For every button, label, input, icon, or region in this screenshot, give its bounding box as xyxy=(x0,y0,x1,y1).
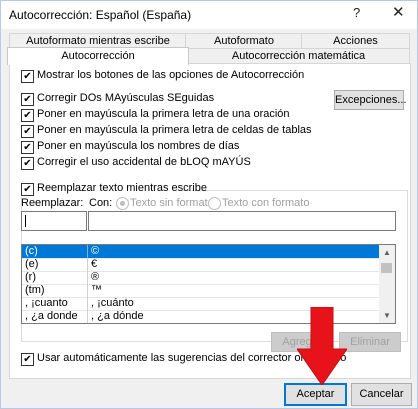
list-scrollbar[interactable]: ▲ ▼ xyxy=(379,245,395,323)
capitalize-days-label: Poner en mayúscula los nombres de días xyxy=(37,140,240,152)
close-icon[interactable]: ✕ xyxy=(392,3,405,21)
delete-button[interactable]: Eliminar xyxy=(339,332,401,352)
replace-as-you-type-checkbox[interactable] xyxy=(21,183,34,196)
correct-two-caps-checkbox[interactable] xyxy=(21,93,34,106)
spell-suggestions-checkbox[interactable] xyxy=(21,353,34,366)
tab-math-autocorrect[interactable]: Autocorrección matemática xyxy=(187,48,410,64)
cancel-button[interactable]: Cancelar xyxy=(351,383,412,406)
scroll-thumb[interactable] xyxy=(381,263,392,273)
tab-autoformat-as-you-type[interactable]: Autoformato mientras escribe xyxy=(9,33,187,48)
capitalize-cells-checkbox[interactable] xyxy=(21,125,34,138)
window-title: Autocorrección: Español (España) xyxy=(9,8,192,22)
formatted-text-radio[interactable] xyxy=(208,197,221,210)
tab-autocorrect[interactable]: Autocorrección xyxy=(7,47,189,65)
help-icon[interactable]: ? xyxy=(353,5,360,20)
exceptions-button[interactable]: Excepciones... xyxy=(334,90,407,110)
replace-as-you-type-label: Reemplazar texto mientras escribe xyxy=(37,182,207,194)
tab-autoformat[interactable]: Autoformato xyxy=(185,33,303,48)
with-input[interactable] xyxy=(88,211,396,231)
caps-lock-label: Corregir el uso accidental de bLOQ mAYÚS xyxy=(37,156,251,168)
list-item[interactable]: (e) € xyxy=(22,258,379,272)
tab-actions[interactable]: Acciones xyxy=(301,33,410,48)
scroll-up-icon[interactable]: ▲ xyxy=(383,248,391,257)
caps-lock-checkbox[interactable] xyxy=(21,157,34,170)
scroll-down-icon[interactable]: ▼ xyxy=(383,311,391,320)
show-buttons-label: Mostrar los botones de las opciones de A… xyxy=(37,69,305,81)
list-item[interactable]: (c) © xyxy=(22,245,379,259)
autocorrect-dialog: Autocorrección: Español (España) ? ✕ Aut… xyxy=(0,0,418,409)
with-label: Con: xyxy=(89,197,113,209)
replace-input[interactable] xyxy=(21,211,87,231)
formatted-text-label: Texto con formato xyxy=(222,197,310,209)
text-caret xyxy=(25,215,26,227)
list-item[interactable]: (tm) ™ xyxy=(22,284,379,298)
capitalize-cells-label: Poner en mayúscula la primera letra de c… xyxy=(37,124,312,136)
correct-two-caps-label: Corregir DOs MAyúsculas SEguidas xyxy=(37,92,215,104)
replace-label: Reemplazar: xyxy=(21,197,84,209)
show-buttons-checkbox[interactable] xyxy=(21,70,34,83)
capitalize-sentence-checkbox[interactable] xyxy=(21,109,34,122)
down-arrow-icon xyxy=(297,307,347,385)
capitalize-sentence-label: Poner en mayúscula la primera letra de u… xyxy=(37,108,290,120)
title-bar: Autocorrección: Español (España) ? ✕ xyxy=(1,1,417,29)
list-item[interactable]: (r) ® xyxy=(22,271,379,285)
capitalize-days-checkbox[interactable] xyxy=(21,141,34,154)
accept-button[interactable]: Aceptar xyxy=(284,383,347,406)
plain-text-label: Texto sin formato xyxy=(130,197,214,209)
plain-text-radio[interactable] xyxy=(116,197,129,210)
